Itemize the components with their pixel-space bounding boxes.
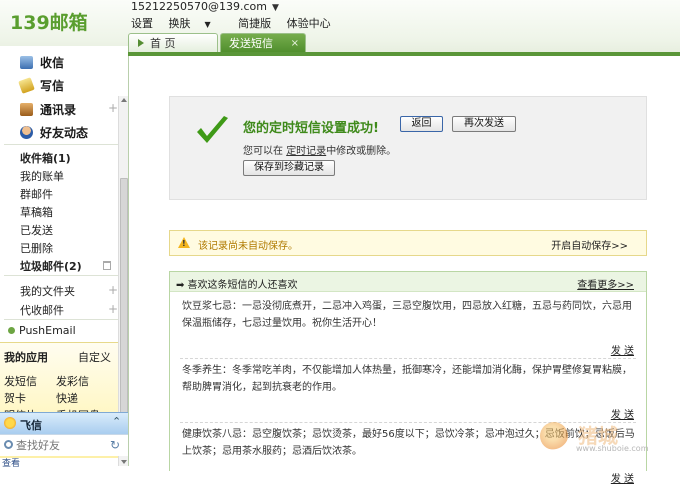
- friend-search-input[interactable]: [16, 438, 106, 453]
- folder-deleted[interactable]: 已删除: [20, 240, 53, 256]
- chevron-down-icon: ▼: [271, 3, 279, 13]
- nav-skin[interactable]: 换肤 ▼: [169, 17, 223, 30]
- inbox-icon: [20, 56, 33, 69]
- sidebar: 收信 写信 通讯录 + 好友动态 收件箱(1) 我的账单 群邮件 草稿箱 已发送…: [0, 46, 128, 466]
- recommendation-header: ➡ 喜欢这条短信的人还喜欢 查看更多>>: [170, 272, 646, 292]
- add-proxy-icon[interactable]: +: [108, 302, 118, 316]
- success-panel: 您的定时短信设置成功! 您可以在 定时记录中修改或删除。 返回 再次发送 保存到…: [169, 96, 647, 200]
- search-icon: [4, 440, 13, 449]
- scroll-up-icon[interactable]: [121, 98, 127, 102]
- collapse-icon[interactable]: ⌃: [112, 415, 121, 428]
- sidebar-item-compose[interactable]: 写信: [18, 77, 64, 94]
- add-contact-icon[interactable]: +: [108, 101, 118, 115]
- divider: [4, 275, 118, 276]
- recommendation-item: 饮豆浆七忌：一忌没彻底煮开，二忌冲入鸡蛋，三忌空腹饮用，四忌放入红糖，五忌与药同…: [182, 301, 632, 329]
- close-icon[interactable]: ×: [291, 34, 299, 53]
- customize-apps-link[interactable]: 自定义: [78, 349, 111, 365]
- folder-proxy-mail[interactable]: 代收邮件: [20, 302, 64, 318]
- home-icon: [138, 39, 144, 47]
- feixin-label: 飞信: [20, 419, 42, 432]
- folder-spam[interactable]: 垃圾邮件(2): [20, 258, 82, 274]
- folder-drafts[interactable]: 草稿箱: [20, 204, 53, 220]
- success-message: 您可以在 定时记录中修改或删除。: [243, 146, 397, 157]
- divider: [4, 144, 118, 145]
- back-button[interactable]: 返回: [400, 116, 443, 132]
- top-nav: 设置 换肤 ▼ 简捷版 体验中心: [131, 15, 343, 31]
- scrollbar-thumb[interactable]: [120, 178, 128, 433]
- folder-group[interactable]: 群邮件: [20, 186, 53, 202]
- app-send-sms[interactable]: 发短信: [4, 373, 37, 389]
- main-content: 您的定时短信设置成功! 您可以在 定时记录中修改或删除。 返回 再次发送 保存到…: [128, 56, 680, 485]
- send-link[interactable]: 发 送: [611, 342, 634, 357]
- trash-icon[interactable]: [103, 261, 111, 270]
- warning-icon: !: [178, 237, 190, 248]
- notice-text: 该记录尚未自动保存。: [198, 241, 298, 252]
- my-apps-title: 我的应用: [4, 351, 48, 364]
- account-email: 15212250570@139.com: [131, 0, 267, 13]
- sidebar-scrollbar[interactable]: [118, 96, 128, 466]
- app-express[interactable]: 快递: [56, 390, 78, 406]
- pushemail-link[interactable]: PushEmail: [8, 324, 76, 337]
- pencil-icon: [18, 77, 35, 94]
- tab-send-sms[interactable]: 发送短信 ×: [220, 33, 306, 53]
- checkmark-icon: [197, 116, 228, 143]
- watermark: 猪城 www.shuboie.com: [530, 418, 680, 466]
- account-menu[interactable]: 15212250570@139.com ▼: [131, 0, 279, 13]
- folder-sent[interactable]: 已发送: [20, 222, 53, 238]
- recommendation-title: ➡ 喜欢这条短信的人还喜欢: [176, 280, 298, 291]
- tab-home-label: 首 页: [150, 37, 176, 50]
- refresh-icon[interactable]: ↻: [110, 438, 120, 452]
- tab-home[interactable]: 首 页: [128, 33, 218, 53]
- watermark-url: www.shuboie.com: [576, 444, 649, 453]
- add-folder-icon[interactable]: +: [108, 283, 118, 297]
- divider: [180, 358, 636, 359]
- chevron-down-icon: ▼: [204, 20, 211, 29]
- save-to-favorites-button[interactable]: 保存到珍藏记录: [243, 160, 335, 176]
- feixin-bar[interactable]: 飞信 ⌃: [0, 412, 128, 434]
- sidebar-item-contacts[interactable]: 通讯录: [20, 101, 76, 118]
- sidebar-item-friends[interactable]: 好友动态: [20, 124, 88, 141]
- app-send-mms[interactable]: 发彩信: [56, 373, 89, 389]
- folder-my-folders[interactable]: 我的文件夹: [20, 283, 75, 299]
- pushemail-icon: [8, 327, 15, 334]
- feixin-icon: [4, 417, 16, 429]
- schedule-record-link[interactable]: 定时记录: [286, 146, 326, 157]
- nav-experience[interactable]: 体验中心: [287, 17, 331, 30]
- send-again-button[interactable]: 再次发送: [452, 116, 516, 132]
- scroll-down-icon[interactable]: [121, 460, 127, 464]
- enable-autosave-link[interactable]: 开启自动保存>>: [551, 237, 628, 252]
- friend-search: ↻: [0, 434, 128, 456]
- folder-bills[interactable]: 我的账单: [20, 168, 64, 184]
- logo[interactable]: 139邮箱: [10, 8, 88, 35]
- watermark-logo-icon: [540, 422, 568, 450]
- recommendation-item: 冬季养生：冬季常吃羊肉，不仅能增加人体热量，抵御寒冷，还能增加消化酶，保护胃壁修…: [182, 365, 632, 393]
- divider: [4, 319, 118, 320]
- bottom-link[interactable]: 查看: [2, 456, 20, 469]
- view-more-link[interactable]: 查看更多>>: [577, 276, 634, 291]
- person-icon: [20, 126, 33, 139]
- autosave-notice: ! 该记录尚未自动保存。 开启自动保存>>: [169, 230, 647, 256]
- nav-settings[interactable]: 设置: [131, 17, 153, 30]
- sidebar-item-inbox[interactable]: 收信: [20, 54, 64, 71]
- address-book-icon: [20, 103, 33, 116]
- app-greeting-card[interactable]: 贺卡: [4, 390, 26, 406]
- folder-inbox[interactable]: 收件箱(1): [20, 150, 71, 166]
- success-title: 您的定时短信设置成功!: [243, 121, 379, 136]
- tab-send-sms-label: 发送短信: [229, 37, 273, 50]
- nav-simple[interactable]: 简捷版: [238, 17, 271, 30]
- send-link[interactable]: 发 送: [611, 470, 634, 485]
